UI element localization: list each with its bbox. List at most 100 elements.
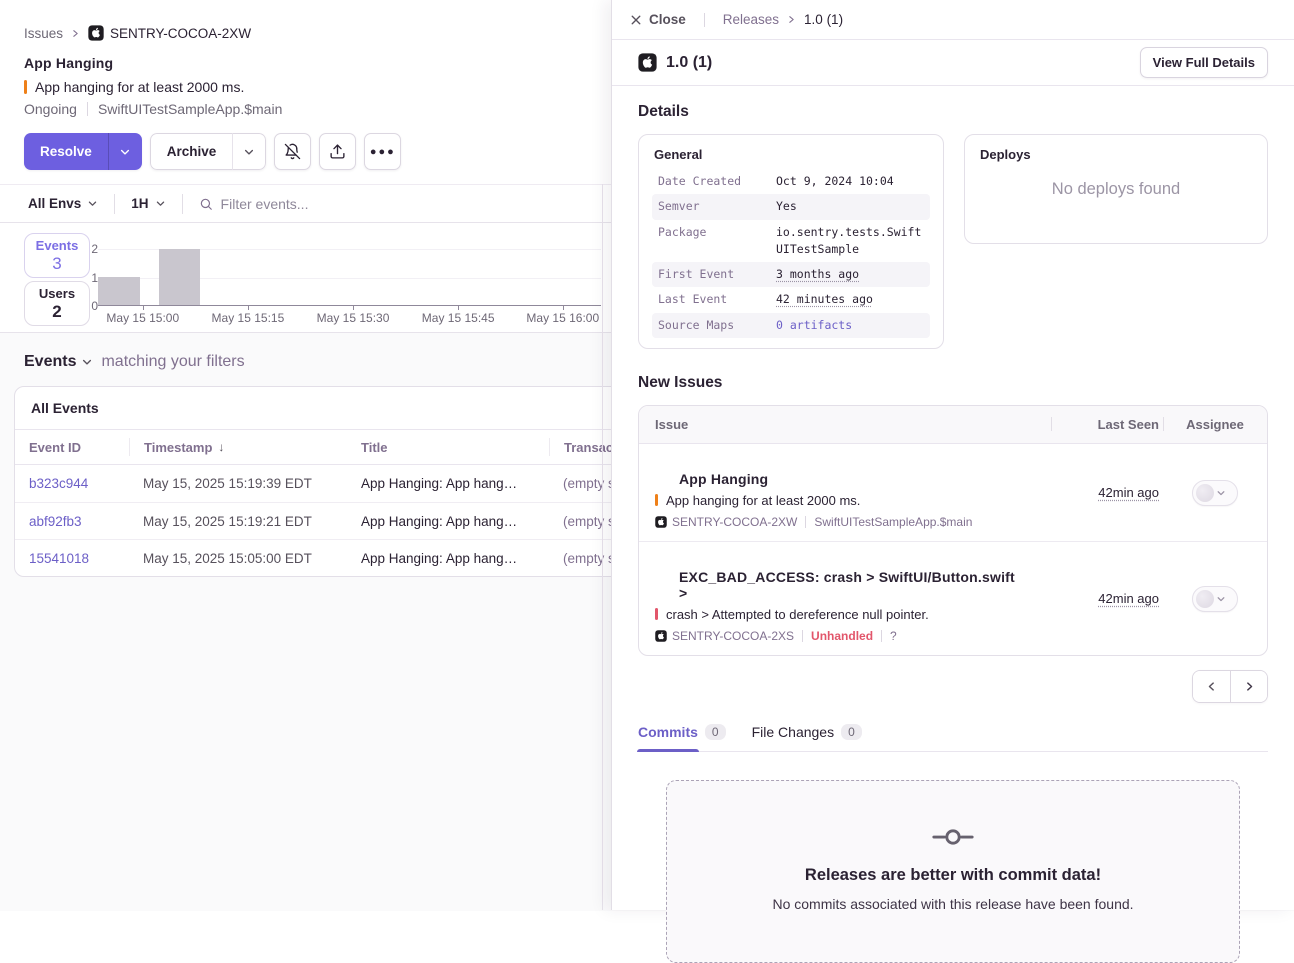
tab-file-changes-count-badge: 0 bbox=[841, 724, 862, 740]
event-title: App Hanging: App hanging for at least 20… bbox=[361, 551, 519, 566]
list-item: Last Event 42 minutes ago bbox=[652, 287, 930, 312]
ellipsis-icon: ●●● bbox=[370, 146, 396, 158]
kv-label: Package bbox=[658, 224, 776, 259]
column-header-title[interactable]: Title bbox=[347, 440, 549, 455]
avatar bbox=[1196, 484, 1214, 502]
deploys-empty-text: No deploys found bbox=[965, 135, 1267, 243]
kv-label: Semver bbox=[658, 198, 776, 215]
resolve-button[interactable]: Resolve bbox=[24, 133, 108, 170]
drawer-top-bar: Close Releases 1.0 (1) bbox=[612, 0, 1294, 40]
resolve-dropdown-button[interactable] bbox=[108, 133, 142, 170]
event-id-link[interactable]: b323c944 bbox=[29, 476, 88, 491]
event-title: App Hanging: App hanging for at least 20… bbox=[361, 514, 519, 529]
chart-tick-mark bbox=[143, 306, 144, 310]
time-period-selector[interactable]: 1H bbox=[119, 196, 177, 211]
tab-commits-count-badge: 0 bbox=[705, 724, 726, 740]
event-id-link[interactable]: abf92fb3 bbox=[29, 514, 82, 529]
issue-message: crash > Attempted to dereference null po… bbox=[655, 607, 1051, 622]
event-timestamp: May 15, 2025 15:19:39 EDT bbox=[143, 476, 312, 491]
chevron-right-icon bbox=[71, 29, 80, 38]
empty-state-title: Releases are better with commit data! bbox=[687, 866, 1219, 885]
events-chart-xaxis: May 15 15:00May 15 15:15May 15 15:30May … bbox=[98, 311, 601, 327]
divider bbox=[802, 630, 803, 642]
apple-platform-icon bbox=[655, 516, 667, 528]
chart-bar bbox=[159, 249, 200, 305]
chevron-down-icon bbox=[1216, 488, 1226, 498]
divider bbox=[114, 194, 115, 214]
mute-button[interactable] bbox=[274, 133, 311, 170]
issue-status-text: Ongoing bbox=[24, 101, 77, 117]
tab-file-changes[interactable]: File Changes 0 bbox=[752, 724, 862, 751]
issue-last-seen-value: 42min ago bbox=[1098, 591, 1159, 606]
chevron-down-icon bbox=[1216, 594, 1226, 604]
issue-message-text: App hanging for at least 2000 ms. bbox=[666, 493, 860, 508]
chevron-down-icon bbox=[87, 198, 98, 209]
apple-platform-icon bbox=[638, 53, 657, 72]
column-header-issue: Issue bbox=[639, 417, 1051, 432]
tab-commits[interactable]: Commits 0 bbox=[638, 724, 726, 751]
column-header-event-id[interactable]: Event ID bbox=[15, 440, 129, 455]
new-issues-table: Issue Last Seen Assignee App Hanging App… bbox=[638, 405, 1268, 656]
event-id-link[interactable]: 15541018 bbox=[29, 551, 89, 566]
issue-level-indicator bbox=[24, 80, 27, 94]
source-maps-artifacts-link[interactable]: 0 artifacts bbox=[776, 317, 852, 334]
drawer-breadcrumb-current: 1.0 (1) bbox=[804, 12, 843, 27]
divider bbox=[87, 102, 88, 116]
chevron-right-icon bbox=[787, 15, 796, 24]
issue-summary: App Hanging App hanging for at least 200… bbox=[639, 457, 1051, 529]
new-issues-table-header: Issue Last Seen Assignee bbox=[639, 406, 1267, 444]
chevron-down-icon bbox=[81, 356, 93, 368]
new-issues-pagination bbox=[638, 670, 1268, 703]
issue-assignee-cell bbox=[1163, 555, 1267, 643]
chart-x-tick-label: May 15 15:30 bbox=[317, 311, 390, 325]
drawer-breadcrumb-releases[interactable]: Releases bbox=[723, 12, 779, 27]
issue-title-link[interactable]: App Hanging bbox=[679, 471, 1027, 487]
issue-project-slug: SENTRY-COCOA-2XW bbox=[672, 515, 797, 529]
issue-project-slug: SENTRY-COCOA-2XS bbox=[672, 629, 794, 643]
chart-tick-mark bbox=[458, 306, 459, 310]
issue-last-seen: 42min ago bbox=[1051, 555, 1163, 643]
column-header-timestamp-label: Timestamp bbox=[144, 440, 212, 455]
general-kv-list: Date Created Oct 9, 2024 10:04 Semver Ye… bbox=[652, 169, 930, 338]
view-full-details-button[interactable]: View Full Details bbox=[1140, 47, 1268, 78]
archive-button[interactable]: Archive bbox=[150, 133, 233, 170]
more-actions-button[interactable]: ●●● bbox=[364, 133, 401, 170]
git-commit-icon bbox=[687, 825, 1219, 849]
chart-x-tick-label: May 15 15:15 bbox=[212, 311, 285, 325]
chart-x-axis-line bbox=[98, 305, 601, 306]
chart-x-tick-label: May 15 15:45 bbox=[422, 311, 495, 325]
breadcrumb-issues-link[interactable]: Issues bbox=[24, 26, 63, 41]
avatar bbox=[1196, 590, 1214, 608]
issue-meta: SENTRY-COCOA-2XS Unhandled ? bbox=[655, 629, 1051, 643]
assignee-dropdown[interactable] bbox=[1192, 480, 1238, 506]
release-tabs: Commits 0 File Changes 0 bbox=[638, 724, 1268, 752]
pagination-next-button[interactable] bbox=[1230, 671, 1267, 702]
kv-label: First Event bbox=[658, 266, 776, 283]
events-dataset-selector[interactable]: Events bbox=[24, 353, 93, 371]
environment-selector[interactable]: All Envs bbox=[16, 196, 110, 211]
event-timestamp: May 15, 2025 15:05:00 EDT bbox=[143, 551, 312, 566]
chart-bar bbox=[98, 277, 140, 305]
column-header-timestamp[interactable]: Timestamp ↓ bbox=[129, 438, 347, 456]
event-title: App Hanging: App hanging for at least 20… bbox=[361, 476, 519, 491]
kv-value-first-event: 3 months ago bbox=[776, 266, 859, 283]
new-issues-heading: New Issues bbox=[638, 374, 1268, 392]
issue-title-link[interactable]: EXC_BAD_ACCESS: crash > SwiftUI/Button.s… bbox=[679, 569, 1027, 601]
issue-level-indicator bbox=[655, 494, 658, 506]
issue-project: SENTRY-COCOA-2XW bbox=[655, 515, 797, 529]
breadcrumb-project[interactable]: SENTRY-COCOA-2XW bbox=[88, 25, 251, 41]
drawer-body: Details General Date Created Oct 9, 2024… bbox=[612, 86, 1294, 963]
share-button[interactable] bbox=[319, 133, 356, 170]
tab-commits-label: Commits bbox=[638, 724, 698, 740]
divider bbox=[182, 194, 183, 214]
pagination-previous-button[interactable] bbox=[1193, 671, 1230, 702]
assignee-dropdown[interactable] bbox=[1192, 586, 1238, 612]
archive-dropdown-button[interactable] bbox=[232, 133, 266, 170]
archive-split-button: Archive bbox=[150, 133, 267, 170]
chart-tick-mark bbox=[248, 306, 249, 310]
issue-assignee-cell bbox=[1163, 457, 1267, 529]
issue-message-text: crash > Attempted to dereference null po… bbox=[666, 607, 929, 622]
bell-slash-icon bbox=[284, 143, 301, 160]
drawer-close-button[interactable]: Close bbox=[630, 12, 686, 27]
apple-platform-icon bbox=[88, 25, 104, 41]
